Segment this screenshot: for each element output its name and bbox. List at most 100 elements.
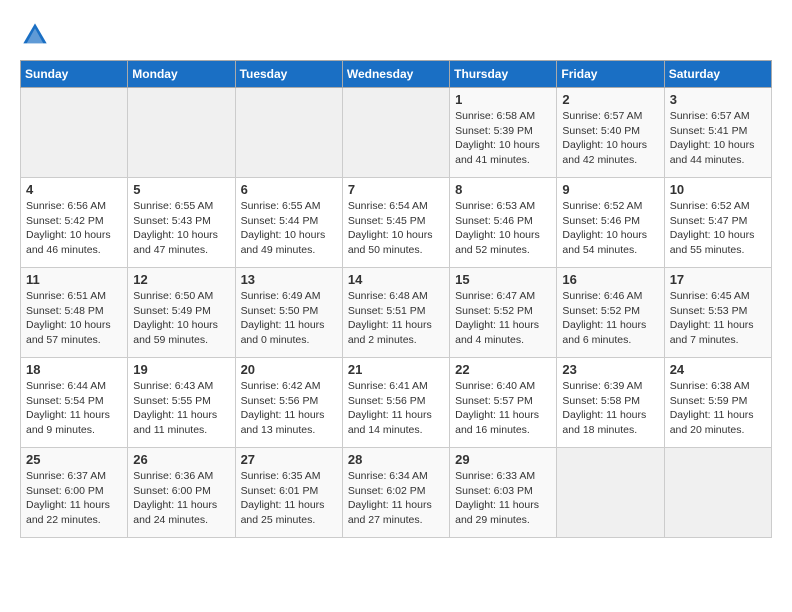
calendar-cell: 18 Sunrise: 6:44 AMSunset: 5:54 PMDayligh… [21,358,128,448]
day-info: Sunrise: 6:34 AMSunset: 6:02 PMDaylight:… [348,469,444,528]
col-header-monday: Monday [128,61,235,88]
day-info: Sunrise: 6:54 AMSunset: 5:45 PMDaylight:… [348,199,444,258]
day-info: Sunrise: 6:49 AMSunset: 5:50 PMDaylight:… [241,289,337,348]
day-number: 25 [26,452,122,467]
calendar-header-row: SundayMondayTuesdayWednesdayThursdayFrid… [21,61,772,88]
calendar-cell: 17 Sunrise: 6:45 AMSunset: 5:53 PMDayligh… [664,268,771,358]
calendar-cell: 9Sunrise: 6:52 AMSunset: 5:46 PMDaylight… [557,178,664,268]
calendar-cell: 10 Sunrise: 6:52 AMSunset: 5:47 PMDayligh… [664,178,771,268]
calendar-cell: 29 Sunrise: 6:33 AMSunset: 6:03 PMDayligh… [450,448,557,538]
col-header-saturday: Saturday [664,61,771,88]
day-info: Sunrise: 6:41 AMSunset: 5:56 PMDaylight:… [348,379,444,438]
calendar-week-row: 1 Sunrise: 6:58 AMSunset: 5:39 PMDaylight… [21,88,772,178]
calendar-cell: 3 Sunrise: 6:57 AMSunset: 5:41 PMDaylight… [664,88,771,178]
col-header-wednesday: Wednesday [342,61,449,88]
page-header [20,20,772,50]
calendar-cell: 14 Sunrise: 6:48 AMSunset: 5:51 PMDayligh… [342,268,449,358]
day-info: Sunrise: 6:45 AMSunset: 5:53 PMDaylight:… [670,289,766,348]
day-info: Sunrise: 6:39 AMSunset: 5:58 PMDaylight:… [562,379,658,438]
col-header-thursday: Thursday [450,61,557,88]
day-info: Sunrise: 6:57 AMSunset: 5:40 PMDaylight:… [562,109,658,168]
calendar-cell [235,88,342,178]
day-number: 17 [670,272,766,287]
calendar-cell: 8Sunrise: 6:53 AMSunset: 5:46 PMDaylight… [450,178,557,268]
calendar-cell: 7 Sunrise: 6:54 AMSunset: 5:45 PMDaylight… [342,178,449,268]
calendar-cell: 26 Sunrise: 6:36 AMSunset: 6:00 PMDayligh… [128,448,235,538]
calendar-cell: 11Sunrise: 6:51 AMSunset: 5:48 PMDayligh… [21,268,128,358]
calendar-cell: 22 Sunrise: 6:40 AMSunset: 5:57 PMDayligh… [450,358,557,448]
day-number: 11 [26,272,122,287]
day-info: Sunrise: 6:53 AMSunset: 5:46 PMDaylight:… [455,199,551,258]
calendar-cell: 13 Sunrise: 6:49 AMSunset: 5:50 PMDayligh… [235,268,342,358]
calendar-cell: 27Sunrise: 6:35 AMSunset: 6:01 PMDayligh… [235,448,342,538]
day-number: 14 [348,272,444,287]
day-number: 28 [348,452,444,467]
day-number: 5 [133,182,229,197]
day-number: 20 [241,362,337,377]
calendar-cell: 20 Sunrise: 6:42 AMSunset: 5:56 PMDayligh… [235,358,342,448]
calendar-cell: 6Sunrise: 6:55 AMSunset: 5:44 PMDaylight… [235,178,342,268]
day-number: 29 [455,452,551,467]
calendar-week-row: 11Sunrise: 6:51 AMSunset: 5:48 PMDayligh… [21,268,772,358]
calendar-cell: 12 Sunrise: 6:50 AMSunset: 5:49 PMDayligh… [128,268,235,358]
logo [20,20,54,50]
calendar-cell: 19 Sunrise: 6:43 AMSunset: 5:55 PMDayligh… [128,358,235,448]
day-info: Sunrise: 6:38 AMSunset: 5:59 PMDaylight:… [670,379,766,438]
day-info: Sunrise: 6:57 AMSunset: 5:41 PMDaylight:… [670,109,766,168]
day-info: Sunrise: 6:36 AMSunset: 6:00 PMDaylight:… [133,469,229,528]
calendar-week-row: 25 Sunrise: 6:37 AMSunset: 6:00 PMDayligh… [21,448,772,538]
day-info: Sunrise: 6:44 AMSunset: 5:54 PMDaylight:… [26,379,122,438]
day-number: 26 [133,452,229,467]
day-number: 18 [26,362,122,377]
calendar-cell: 5 Sunrise: 6:55 AMSunset: 5:43 PMDaylight… [128,178,235,268]
day-info: Sunrise: 6:37 AMSunset: 6:00 PMDaylight:… [26,469,122,528]
col-header-tuesday: Tuesday [235,61,342,88]
day-info: Sunrise: 6:58 AMSunset: 5:39 PMDaylight:… [455,109,551,168]
day-number: 13 [241,272,337,287]
day-info: Sunrise: 6:56 AMSunset: 5:42 PMDaylight:… [26,199,122,258]
day-info: Sunrise: 6:46 AMSunset: 5:52 PMDaylight:… [562,289,658,348]
logo-icon [20,20,50,50]
calendar-cell: 28 Sunrise: 6:34 AMSunset: 6:02 PMDayligh… [342,448,449,538]
day-number: 2 [562,92,658,107]
day-info: Sunrise: 6:40 AMSunset: 5:57 PMDaylight:… [455,379,551,438]
day-number: 4 [26,182,122,197]
calendar-cell [342,88,449,178]
day-number: 16 [562,272,658,287]
day-number: 23 [562,362,658,377]
day-info: Sunrise: 6:50 AMSunset: 5:49 PMDaylight:… [133,289,229,348]
calendar-cell: 1 Sunrise: 6:58 AMSunset: 5:39 PMDaylight… [450,88,557,178]
day-number: 15 [455,272,551,287]
day-info: Sunrise: 6:52 AMSunset: 5:46 PMDaylight:… [562,199,658,258]
day-number: 12 [133,272,229,287]
day-number: 7 [348,182,444,197]
day-number: 10 [670,182,766,197]
calendar-cell: 16 Sunrise: 6:46 AMSunset: 5:52 PMDayligh… [557,268,664,358]
calendar-cell [128,88,235,178]
day-info: Sunrise: 6:47 AMSunset: 5:52 PMDaylight:… [455,289,551,348]
day-info: Sunrise: 6:52 AMSunset: 5:47 PMDaylight:… [670,199,766,258]
calendar-cell [557,448,664,538]
calendar-cell [21,88,128,178]
calendar-week-row: 18 Sunrise: 6:44 AMSunset: 5:54 PMDayligh… [21,358,772,448]
calendar-cell: 25 Sunrise: 6:37 AMSunset: 6:00 PMDayligh… [21,448,128,538]
day-number: 19 [133,362,229,377]
day-info: Sunrise: 6:48 AMSunset: 5:51 PMDaylight:… [348,289,444,348]
day-number: 27 [241,452,337,467]
day-info: Sunrise: 6:33 AMSunset: 6:03 PMDaylight:… [455,469,551,528]
day-number: 24 [670,362,766,377]
calendar-cell: 4 Sunrise: 6:56 AMSunset: 5:42 PMDaylight… [21,178,128,268]
col-header-friday: Friday [557,61,664,88]
day-number: 3 [670,92,766,107]
calendar-cell: 15 Sunrise: 6:47 AMSunset: 5:52 PMDayligh… [450,268,557,358]
day-number: 22 [455,362,551,377]
col-header-sunday: Sunday [21,61,128,88]
calendar-cell [664,448,771,538]
day-number: 6 [241,182,337,197]
day-info: Sunrise: 6:43 AMSunset: 5:55 PMDaylight:… [133,379,229,438]
day-number: 1 [455,92,551,107]
day-info: Sunrise: 6:42 AMSunset: 5:56 PMDaylight:… [241,379,337,438]
calendar-cell: 24 Sunrise: 6:38 AMSunset: 5:59 PMDayligh… [664,358,771,448]
day-info: Sunrise: 6:55 AMSunset: 5:43 PMDaylight:… [133,199,229,258]
day-number: 21 [348,362,444,377]
